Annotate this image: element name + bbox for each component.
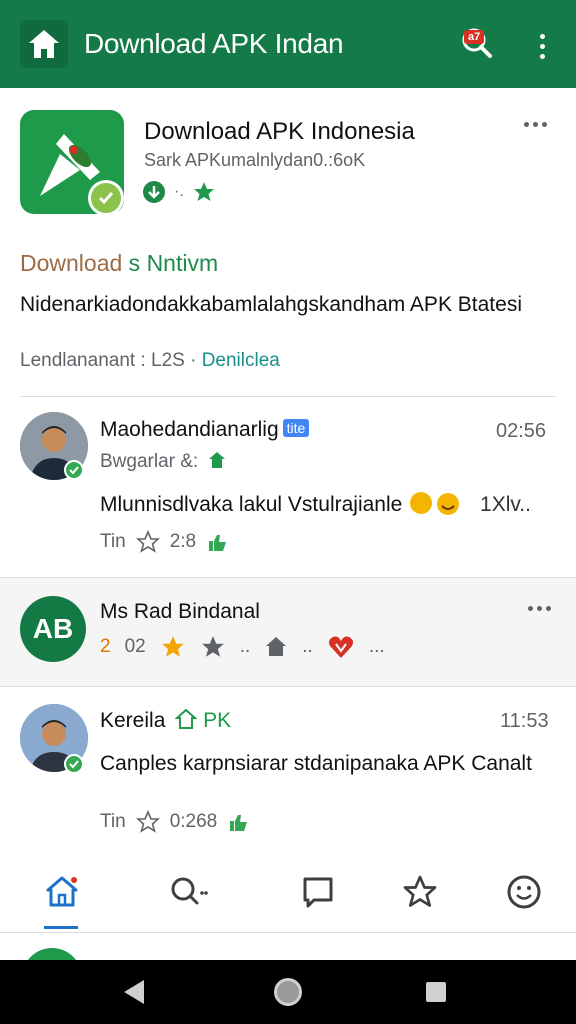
star-outline-icon[interactable]	[135, 810, 160, 834]
bottom-nav	[0, 852, 576, 932]
post-subtitle: Bwgarlar &:	[100, 450, 227, 473]
heart-icon[interactable]	[327, 634, 355, 660]
home-icon	[266, 637, 287, 656]
app-meta: Lendlananant : L2S · Denilclea	[20, 350, 280, 371]
card-2[interactable]	[0, 578, 576, 686]
emoji-icon	[507, 875, 541, 909]
home-icon	[29, 30, 59, 58]
post-actions: Tin 2:8	[100, 530, 228, 554]
recents-icon[interactable]	[426, 982, 446, 1002]
back-icon[interactable]	[124, 980, 144, 1004]
post-time: 02:56	[496, 420, 547, 442]
card-name: Ms Rad Bindanal	[100, 600, 260, 623]
meta-link[interactable]: Denilclea	[202, 350, 280, 371]
home-button[interactable]	[20, 20, 68, 68]
card-rating-row: 2 02 .. .. ...	[100, 634, 385, 660]
ab-logo: AB	[20, 596, 86, 662]
nav-home[interactable]	[40, 870, 84, 914]
app-name: Download APK Indonesia	[144, 118, 415, 145]
next-item-peek	[0, 934, 576, 960]
app-subtitle: Sark APKumalnlydan0.:6oK	[144, 150, 366, 170]
home-badge-icon	[209, 452, 226, 468]
post-author: Kereila PK	[100, 708, 232, 732]
emoji-icon	[410, 492, 460, 515]
divider	[0, 686, 576, 687]
card-more-icon[interactable]	[528, 606, 551, 611]
app-rating-row: ·.	[142, 180, 216, 204]
star-outline-icon[interactable]	[135, 530, 160, 554]
like-icon[interactable]	[206, 531, 228, 553]
post-badge: PK	[203, 709, 232, 732]
like-icon[interactable]	[227, 811, 249, 833]
post-text: Canples karpnsiarar stdanipanaka APK Can…	[100, 752, 532, 775]
system-home-icon[interactable]	[274, 978, 302, 1006]
notification-badge: a7	[464, 30, 485, 44]
nav-profile[interactable]	[502, 870, 546, 914]
nav-search[interactable]	[166, 870, 210, 914]
app-description: Nidenarkiadondakkabamlalahgskandham APK …	[20, 293, 522, 316]
verified-icon	[64, 460, 84, 480]
more-vert-icon[interactable]	[528, 26, 556, 66]
star-icon	[193, 182, 214, 201]
post-actions: Tin 0:268	[100, 810, 249, 834]
verified-icon	[88, 180, 124, 216]
star-dark-icon	[201, 636, 224, 657]
home-badge-icon	[174, 708, 198, 729]
download-circle-icon	[143, 181, 165, 203]
divider	[0, 932, 576, 933]
section-title: Download s Nntivm	[20, 250, 219, 276]
card-number: 2	[100, 636, 111, 657]
app-bar-title: Download APK Indan	[84, 28, 344, 59]
verified-icon	[64, 754, 84, 774]
nav-favorites[interactable]	[398, 870, 442, 914]
home-icon	[46, 876, 78, 907]
notification-button[interactable]: a7	[458, 24, 498, 64]
divider	[20, 396, 556, 397]
app-more-icon[interactable]	[524, 122, 547, 127]
star-icon	[403, 875, 437, 907]
chat-icon	[303, 877, 333, 908]
card-count: 02	[124, 636, 146, 657]
post-text: Mlunnisdlvaka lakul Vstulrajianle 1Xlv..	[100, 490, 531, 519]
nav-active-indicator	[44, 926, 78, 929]
system-nav-bar	[0, 960, 576, 1024]
app-bar: Download APK Indan a7	[0, 0, 576, 88]
search-icon	[171, 877, 208, 905]
post-time: 11:53	[500, 710, 549, 732]
star-icon	[161, 636, 184, 657]
author-tag: tite	[282, 419, 310, 437]
nav-chat[interactable]	[296, 870, 340, 914]
post-author: Maohedandianarlig tite	[100, 418, 310, 442]
